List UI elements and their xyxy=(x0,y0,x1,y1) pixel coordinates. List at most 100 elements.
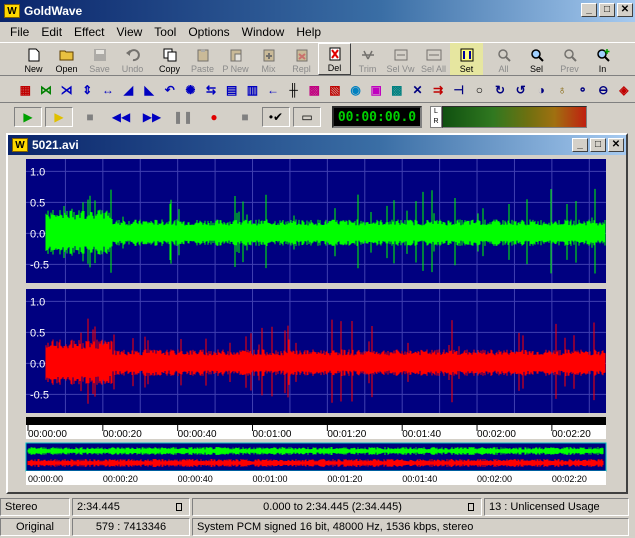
effect-reverb-icon[interactable]: ◉ xyxy=(346,80,365,100)
new-button-label: New xyxy=(24,64,43,74)
window-toggle-button[interactable]: ▭ xyxy=(293,107,321,127)
status-format: System PCM signed 16 bit, 48000 Hz, 1536… xyxy=(192,518,629,536)
doc-maximize-button[interactable]: □ xyxy=(590,138,606,152)
doc-close-button[interactable]: ✕ xyxy=(608,138,624,152)
effect-matcher-icon[interactable]: ○ xyxy=(470,80,489,100)
effect-interpolate-icon[interactable]: ⇆ xyxy=(202,80,221,100)
effect-echo-icon[interactable]: ↔ xyxy=(99,80,118,100)
effect-pop-click-icon[interactable]: ↺ xyxy=(511,80,530,100)
effect-smoother-icon[interactable]: ♁ xyxy=(553,80,572,100)
waveform-view[interactable]: 1.0 0.5 0.0 -0.5 1.0 0.5 0.0 -0.5 00:00:00 00:00:… xyxy=(8,155,626,492)
copy-button-label: Copy xyxy=(158,64,180,74)
new-button[interactable]: New xyxy=(17,43,50,75)
rewind-button[interactable]: ◀◀ xyxy=(107,107,135,127)
zoom-previous-button[interactable]: Prev xyxy=(553,43,586,75)
effect-noise-reduction-icon[interactable]: ↻ xyxy=(491,80,510,100)
time-tick-label: 00:01:00 xyxy=(253,429,292,440)
menu-file[interactable]: File xyxy=(4,25,35,39)
select-view-button[interactable]: Sel Vw xyxy=(384,43,417,75)
zoom-all-icon xyxy=(497,49,511,62)
paste-button-label: Paste xyxy=(190,64,214,74)
effect-auto-cue-icon[interactable]: ⚬ xyxy=(573,80,592,100)
status-usage: 13 : Unlicensed Usage xyxy=(484,498,629,516)
pause-button[interactable]: ❚❚ xyxy=(169,107,197,127)
record-button[interactable]: ● xyxy=(200,107,228,127)
paste-button[interactable]: Paste xyxy=(186,43,219,75)
y-tick-label: 0.5 xyxy=(30,327,45,339)
effect-spectrum-filter-icon[interactable]: ◑ xyxy=(532,80,551,100)
effect-dynamics-icon[interactable]: ⇕ xyxy=(78,80,97,100)
effect-maximize-icon[interactable]: ◈ xyxy=(615,80,634,100)
trim-button[interactable]: Trim xyxy=(351,43,384,75)
status-scroll-icon xyxy=(176,503,182,511)
options-dropdown-button[interactable]: •✔ xyxy=(262,107,290,127)
status-length-cell: 2:34.445 xyxy=(72,498,190,516)
effect-stereo-icon[interactable]: ⊖ xyxy=(594,80,613,100)
close-button[interactable]: ✕ xyxy=(617,3,633,17)
time-tick-label: 00:00:40 xyxy=(178,429,217,440)
effect-doppler-icon[interactable]: ⋊ xyxy=(57,80,76,100)
trim-icon xyxy=(361,50,374,60)
zoom-all-button-label: All xyxy=(498,64,509,74)
menu-bar: File Edit Effect View Tool Options Windo… xyxy=(0,22,635,42)
minimize-button[interactable]: _ xyxy=(581,3,597,17)
status-bar-bottom: Original 579 : 7413346 System PCM signed… xyxy=(0,517,635,537)
app-titlebar: W GoldWave _ □ ✕ xyxy=(0,0,635,22)
menu-options[interactable]: Options xyxy=(182,25,235,39)
effect-equalizer-icon[interactable]: ▤ xyxy=(222,80,241,100)
effect-flanger-icon[interactable]: ↶ xyxy=(160,80,179,100)
play-button[interactable]: ▶ xyxy=(14,107,42,127)
effect-mechanize-icon[interactable]: ▥ xyxy=(243,80,262,100)
play-selection-button[interactable]: ▶ xyxy=(45,107,73,127)
zoom-in-button[interactable]: In xyxy=(586,43,619,75)
save-button-label: Save xyxy=(89,64,110,74)
menu-window[interactable]: Window xyxy=(236,25,291,39)
new-file-icon xyxy=(28,48,39,62)
effect-silence-icon[interactable]: ✕ xyxy=(408,80,427,100)
replace-button[interactable]: Repl xyxy=(285,43,318,75)
undo-button[interactable]: Undo xyxy=(116,43,149,75)
save-button[interactable]: Save xyxy=(83,43,116,75)
effect-volume-icon[interactable]: ⊣ xyxy=(449,80,468,100)
menu-edit[interactable]: Edit xyxy=(35,25,68,39)
overview-time-label: 00:01:00 xyxy=(253,474,288,484)
select-view-icon xyxy=(394,49,407,61)
set-button[interactable]: Set xyxy=(450,43,483,75)
menu-view[interactable]: View xyxy=(111,25,149,39)
effect-filter-icon[interactable]: ✺ xyxy=(181,80,200,100)
effect-pan-icon[interactable]: ╫ xyxy=(284,80,303,100)
effect-channel-icon[interactable]: ▦ xyxy=(16,80,35,100)
save-disk-icon xyxy=(93,49,106,61)
zoom-selection-button[interactable]: Sel xyxy=(520,43,553,75)
doc-minimize-button[interactable]: _ xyxy=(572,138,588,152)
stop-record-button[interactable]: ■ xyxy=(231,107,259,127)
zoom-previous-icon xyxy=(563,49,577,62)
time-display: 00:00:00.0 xyxy=(332,106,422,128)
effect-fade-in-icon[interactable]: ◢ xyxy=(119,80,138,100)
paste-new-button[interactable]: P New xyxy=(219,43,252,75)
menu-help[interactable]: Help xyxy=(290,25,327,39)
y-tick-label: 0.0 xyxy=(30,228,45,240)
mix-button[interactable]: Mix xyxy=(252,43,285,75)
effect-fade-out-icon[interactable]: ◣ xyxy=(140,80,159,100)
effect-resample-icon[interactable]: ▣ xyxy=(367,80,386,100)
effect-pitch-icon[interactable]: ▩ xyxy=(305,80,324,100)
time-tick-label: 00:02:00 xyxy=(477,429,516,440)
stop-button[interactable]: ■ xyxy=(76,107,104,127)
menu-tool[interactable]: Tool xyxy=(148,25,182,39)
menu-effect[interactable]: Effect xyxy=(68,25,110,39)
open-button[interactable]: Open xyxy=(50,43,83,75)
delete-button[interactable]: Del xyxy=(318,43,351,75)
effect-offset-icon[interactable]: ← xyxy=(264,80,283,100)
fast-forward-button[interactable]: ▶▶ xyxy=(138,107,166,127)
maximize-button[interactable]: □ xyxy=(599,3,615,17)
undo-button-label: Undo xyxy=(121,64,144,74)
effect-reverse-icon[interactable]: ▩ xyxy=(388,80,407,100)
zoom-all-button[interactable]: All xyxy=(487,43,520,75)
select-all-button[interactable]: Sel All xyxy=(417,43,450,75)
effect-compressor-icon[interactable]: ⋈ xyxy=(37,80,56,100)
copy-button[interactable]: Copy xyxy=(153,43,186,75)
y-tick-label: 0.0 xyxy=(30,358,45,370)
effect-playback-rate-icon[interactable]: ▧ xyxy=(326,80,345,100)
effect-time-warp-icon[interactable]: ⇉ xyxy=(429,80,448,100)
